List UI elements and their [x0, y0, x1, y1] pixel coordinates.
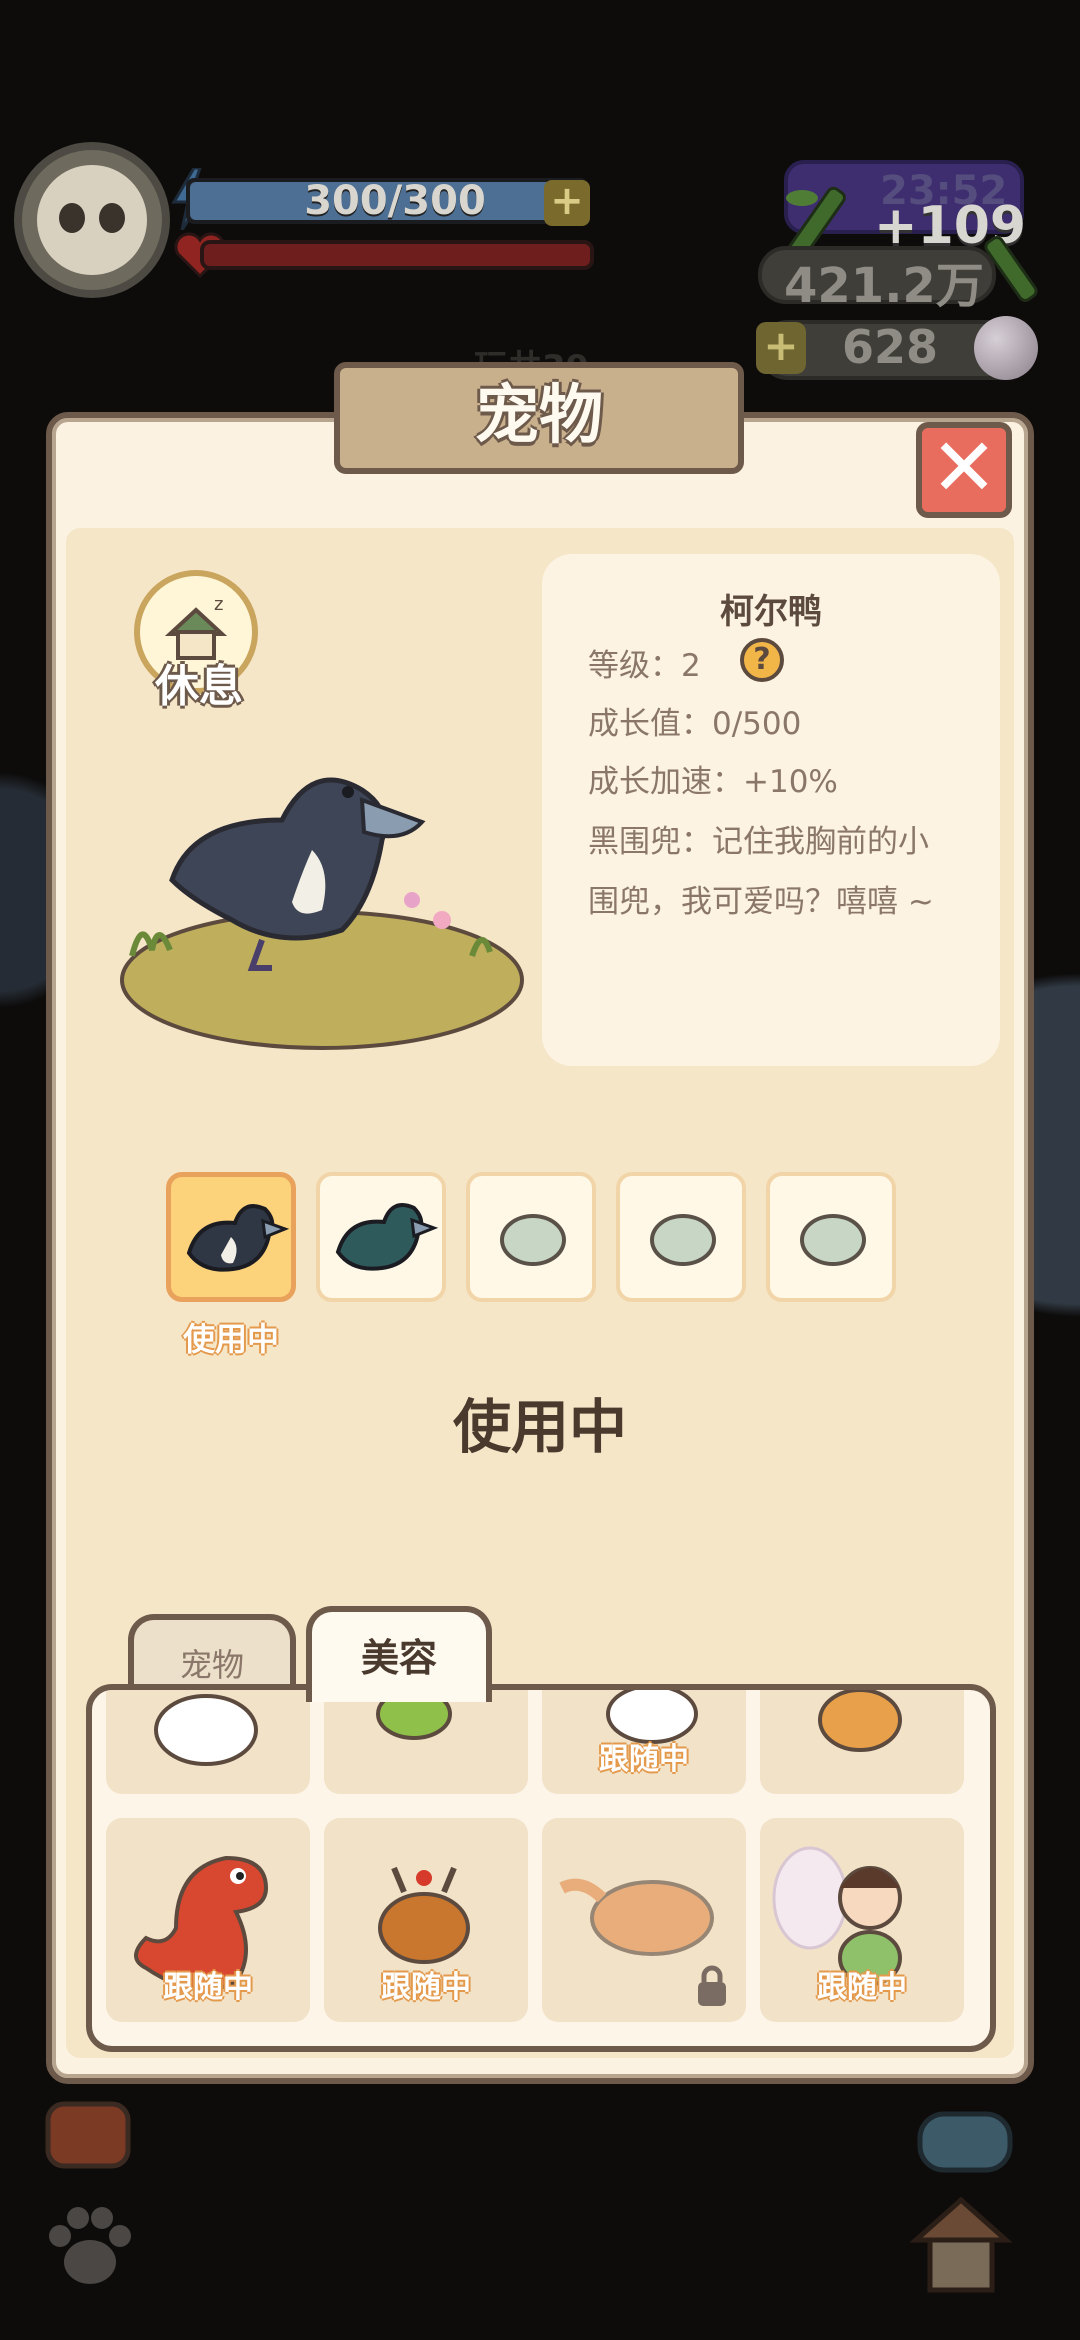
teal-duck-icon: [335, 1203, 439, 1271]
skin-slot-black-duck[interactable]: [166, 1172, 296, 1302]
energy-value: 300/300: [304, 178, 486, 224]
in-use-status: 使用中: [452, 1393, 627, 1461]
skin-slot-egg[interactable]: [616, 1172, 746, 1302]
grid-item-fairy[interactable]: 跟随中: [760, 1818, 964, 2022]
grid-item-shiba-dog[interactable]: [760, 1690, 964, 1794]
tab-beauty[interactable]: 美容: [306, 1606, 492, 1702]
bag-icon[interactable]: [38, 2084, 138, 2174]
following-label: 跟随中: [163, 1970, 253, 2005]
shiba-dog-icon: [818, 1690, 902, 1752]
pet-description-line1: 黑围兜：记住我胸前的小: [588, 824, 929, 860]
skin-slot-teal-duck[interactable]: [316, 1172, 446, 1302]
grid-item-white-rabbit[interactable]: [106, 1690, 310, 1794]
beauty-grid: 跟随中 跟随中 跟随中 跟随中: [86, 1684, 996, 2052]
bamboo-icon: [984, 236, 1038, 302]
pet-description-line2: 围兜，我可爱吗？嘻嘻 ~: [588, 884, 934, 920]
black-duck-icon: [186, 1204, 290, 1272]
following-label: 跟随中: [599, 1742, 689, 1777]
pet-speedup: 成长加速：+10%: [588, 764, 838, 800]
gem-add-button[interactable]: +: [756, 322, 806, 374]
rest-label: 休息: [155, 661, 243, 712]
white-rabbit-icon: [154, 1694, 258, 1766]
svg-text:z: z: [214, 594, 223, 615]
egg-icon: [650, 1214, 716, 1266]
pearl-icon: [974, 316, 1038, 380]
grid-item-red-dinosaur[interactable]: 跟随中: [106, 1818, 310, 2022]
grid-item-tiger[interactable]: [542, 1818, 746, 2022]
dialog-title: 宠物: [334, 362, 744, 474]
pet-name: 柯尔鸭: [720, 592, 822, 632]
paw-icon[interactable]: [38, 2196, 142, 2296]
following-label: 跟随中: [381, 1970, 471, 2005]
health-bar: [200, 240, 594, 270]
pet-level: 等级：2: [588, 648, 701, 684]
energy-bar: 300/300: [186, 178, 588, 224]
energy-add-button[interactable]: +: [544, 180, 590, 226]
following-label: 跟随中: [817, 1970, 907, 2005]
house-icon[interactable]: [906, 2190, 1016, 2300]
player-avatar[interactable]: [14, 142, 170, 298]
duck-pet-illustration: [120, 777, 524, 1050]
in-use-badge: 使用中: [182, 1320, 279, 1358]
egg-icon: [500, 1214, 566, 1266]
grid-item-white-mouse[interactable]: 跟随中: [542, 1690, 746, 1794]
gem-value: 628: [842, 320, 939, 374]
panda-icon: [37, 165, 147, 275]
grid-item-deer[interactable]: 跟随中: [324, 1818, 528, 2022]
close-button[interactable]: ✕: [916, 422, 1012, 518]
help-button[interactable]: ?: [740, 638, 784, 682]
egg-icon: [800, 1214, 866, 1266]
whistle-icon[interactable]: [906, 2084, 1026, 2184]
pet-growth: 成长值：0/500: [588, 706, 802, 742]
lock-icon: [698, 1965, 726, 2006]
coin-value: 421.2万: [784, 258, 984, 314]
skin-slot-egg[interactable]: [466, 1172, 596, 1302]
skin-slot-egg[interactable]: [766, 1172, 896, 1302]
